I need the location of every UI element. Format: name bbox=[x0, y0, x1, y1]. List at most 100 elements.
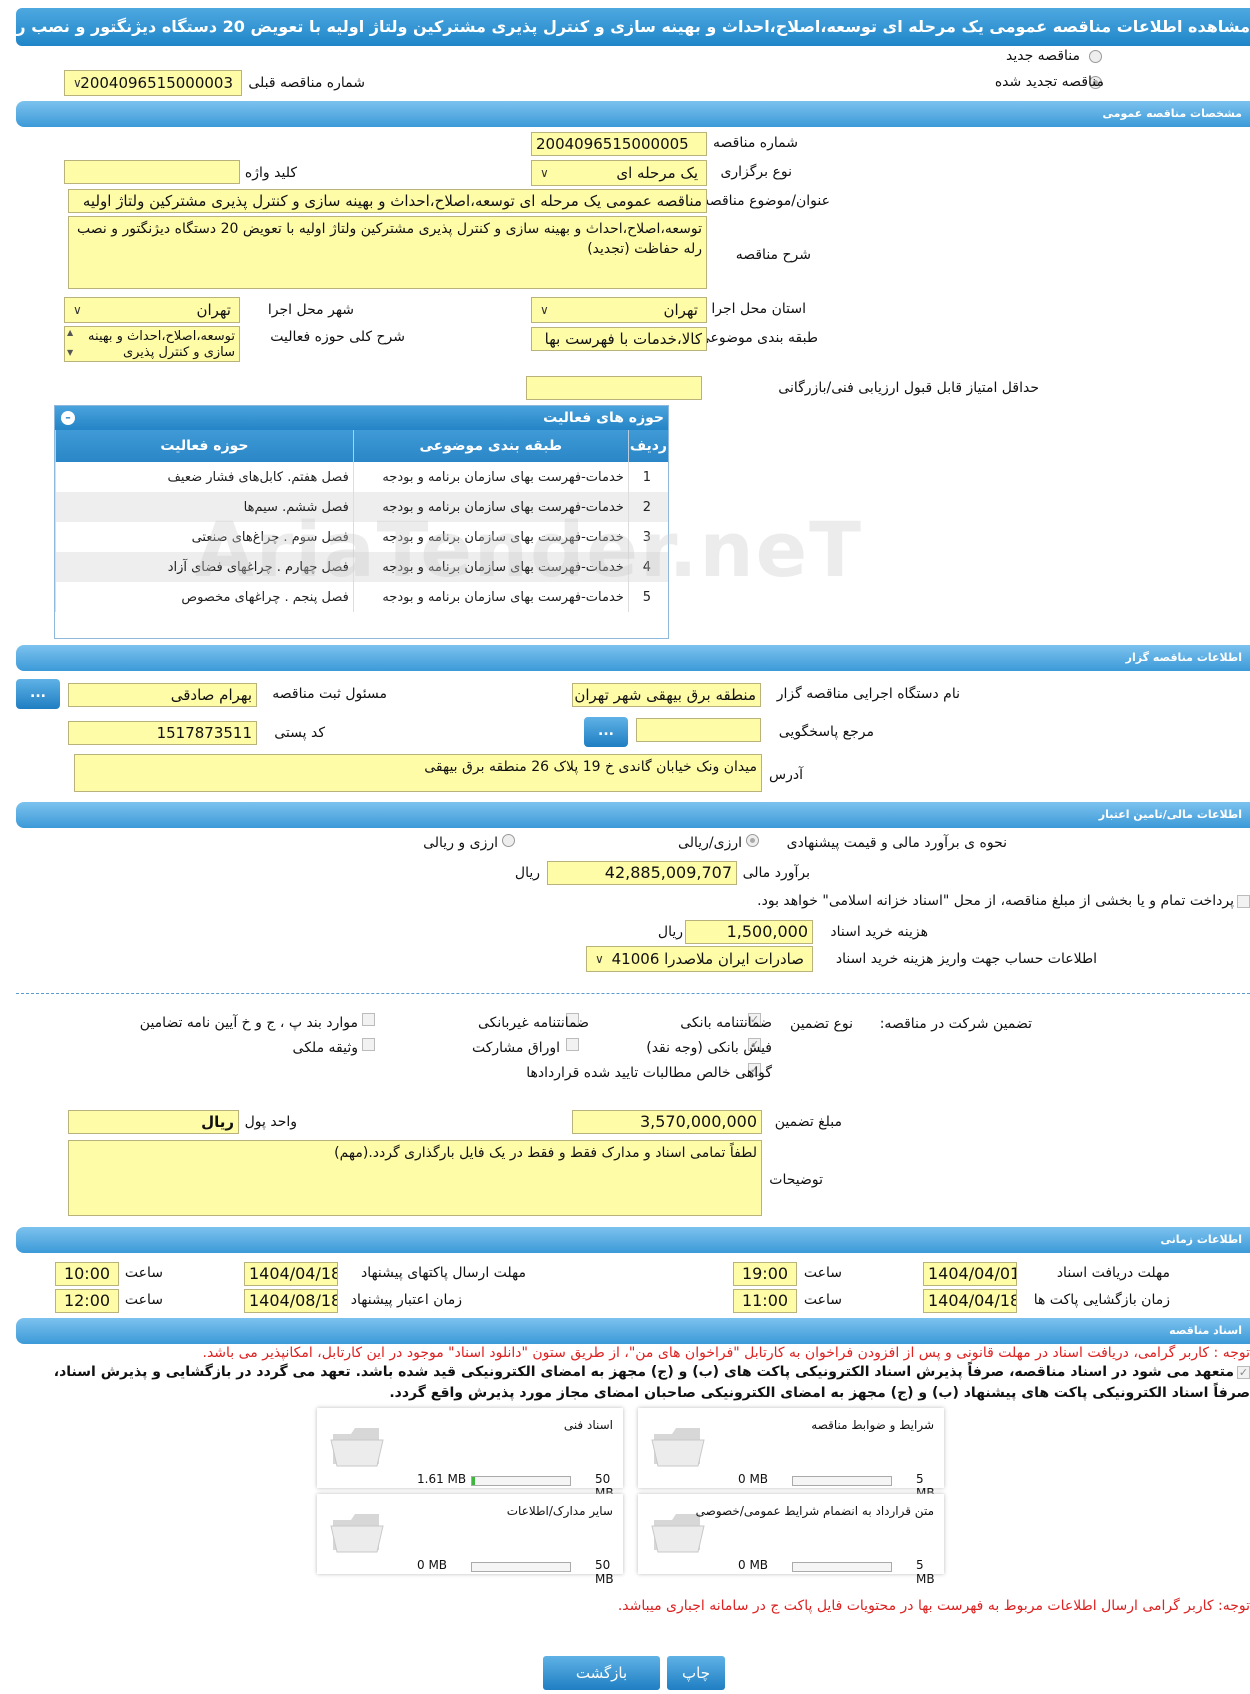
prev-number-select[interactable]: 2004096515000003 ∨ bbox=[64, 70, 242, 96]
scope-field[interactable]: توسعه،اصلاح،احداث و بهینه سازی و کنترل پ… bbox=[64, 326, 240, 362]
reference-lookup-button[interactable]: ... bbox=[584, 717, 628, 747]
collapse-icon[interactable]: – bbox=[61, 411, 75, 425]
send-deadline-label: مهلت ارسال پاکتهای پیشنهاد bbox=[360, 1265, 526, 1281]
print-button[interactable]: چاپ bbox=[667, 1656, 725, 1690]
section-finance: اطلاعات مالی/تامین اعتبار bbox=[16, 802, 1250, 828]
method-option-2: ارزی و ریالی bbox=[423, 835, 498, 851]
guarantee-type-label: نوع تضمین bbox=[790, 1016, 853, 1032]
option-regulation-items-checkbox[interactable] bbox=[362, 1013, 375, 1026]
doc-fee-field[interactable]: 1,500,000 bbox=[685, 920, 813, 944]
new-tender-label: مناقصه جدید bbox=[1005, 48, 1080, 64]
notes-field[interactable]: لطفاً تمامی اسناد و مدارک فقط و فقط در ی… bbox=[68, 1140, 762, 1216]
guarantee-amount-label: مبلغ تضمین bbox=[774, 1114, 842, 1130]
city-label: شهر محل اجرا bbox=[267, 302, 354, 318]
account-select[interactable]: صادرات ایران ملاصدرا 41006 ∨ bbox=[586, 946, 813, 972]
option-property-checkbox[interactable] bbox=[362, 1038, 375, 1051]
description-label: شرح مناقصه bbox=[735, 247, 811, 263]
doc-card-name: شرایط و ضوابط مناقصه bbox=[811, 1418, 934, 1432]
doc-card-technical[interactable]: اسناد فنی 1.61 MB 50 MB bbox=[317, 1408, 623, 1500]
address-field[interactable]: میدان ونک خیابان گاندی خ 19 پلاک 26 منطق… bbox=[74, 754, 762, 792]
type-select[interactable]: یک مرحله ای ∨ bbox=[531, 160, 707, 186]
new-tender-radio[interactable] bbox=[1089, 50, 1102, 63]
treasury-checkbox[interactable] bbox=[1237, 895, 1250, 908]
validity-time-label: ساعت bbox=[124, 1292, 163, 1308]
validity-time-field[interactable]: 12:00 bbox=[55, 1289, 119, 1313]
doc-card-contract[interactable]: متن قرارداد به انضمام شرایط عمومی/خصوصی … bbox=[638, 1494, 944, 1586]
postal-field[interactable]: 1517873511 bbox=[68, 721, 257, 745]
description-field[interactable]: توسعه،اصلاح،احداث و بهینه سازی و کنترل پ… bbox=[68, 216, 707, 289]
commitment-line-2: صرفاً اسناد الکترونیکی پاکت های پیشنهاد … bbox=[389, 1385, 1250, 1401]
folder-icon bbox=[330, 1428, 384, 1467]
option-bonds-checkbox[interactable] bbox=[566, 1038, 579, 1051]
scroll-arrows-icon[interactable]: ▲ ▼ bbox=[67, 328, 73, 358]
folder-icon bbox=[330, 1514, 384, 1553]
owner-lookup-button[interactable]: ... bbox=[16, 679, 60, 709]
section-organizer: اطلاعات مناقصه گزار bbox=[16, 645, 1250, 671]
account-label: اطلاعات حساب جهت واریز هزینه خرید اسناد bbox=[835, 951, 1097, 967]
doc-usage-bar bbox=[792, 1476, 892, 1486]
send-time-label: ساعت bbox=[124, 1265, 163, 1281]
doc-card-name: سایر مدارک/اطلاعات bbox=[506, 1504, 613, 1518]
subject-label: عنوان/موضوع مناقصه bbox=[702, 193, 830, 209]
doc-card-terms[interactable]: شرایط و ضوابط مناقصه 0 MB 5 MB bbox=[638, 1408, 944, 1500]
option-bank-receipt: فیش بانکی (وجه نقد) bbox=[646, 1040, 772, 1056]
chevron-down-icon: ∨ bbox=[73, 303, 82, 317]
method-radio-currency-and-rial[interactable] bbox=[502, 834, 515, 847]
activities-header: حوزه های فعالیت – bbox=[55, 406, 668, 430]
category-field[interactable]: کالا،خدمات با فهرست بها bbox=[531, 327, 707, 351]
doc-usage-bar bbox=[471, 1476, 571, 1486]
owner-field[interactable]: بهرام صادقی bbox=[68, 683, 257, 707]
postal-label: کد پستی bbox=[274, 725, 325, 741]
send-date-field[interactable]: 1404/04/18 bbox=[244, 1262, 338, 1286]
province-select[interactable]: تهران ∨ bbox=[531, 297, 707, 323]
estimate-field[interactable]: 42,885,009,707 bbox=[547, 861, 737, 885]
org-field[interactable]: منطقه برق بیهقی شهر تهران bbox=[572, 683, 761, 707]
chevron-down-icon: ∨ bbox=[540, 303, 549, 317]
type-label: نوع برگزاری bbox=[720, 164, 792, 180]
option-property: وثیقه ملکی bbox=[292, 1040, 358, 1056]
doc-card-other[interactable]: سایر مدارک/اطلاعات 0 MB 50 MB bbox=[317, 1494, 623, 1586]
opening-time-label: زمان بازگشایی پاکت ها bbox=[1033, 1292, 1170, 1308]
page-title: مشاهده اطلاعات مناقصه عمومی یک مرحله ای … bbox=[16, 8, 1250, 46]
subject-field[interactable]: مناقصه عمومی یک مرحله ای توسعه،اصلاح،احد… bbox=[68, 189, 707, 213]
guarantee-amount-field[interactable]: 3,570,000,000 bbox=[572, 1110, 762, 1134]
table-row[interactable]: 1 خدمات-فهرست بهای سازمان برنامه و بودجه ف… bbox=[55, 462, 668, 492]
commitment-checkbox[interactable]: ✓ bbox=[1237, 1366, 1250, 1379]
min-score-field[interactable] bbox=[526, 376, 702, 400]
commitment-line-1: متعهد می شود در اسناد مناقصه، صرفاً پذیر… bbox=[53, 1364, 1234, 1380]
doc-fee-unit: ریال bbox=[657, 924, 683, 940]
chevron-down-icon: ∨ bbox=[540, 166, 549, 180]
validity-date-field[interactable]: 1404/08/18 bbox=[244, 1289, 338, 1313]
estimate-label: برآورد مالی bbox=[742, 865, 810, 881]
estimate-method-label: نحوه ی برآورد مالی و قیمت پیشنهادی bbox=[786, 835, 1007, 851]
address-label: آدرس bbox=[769, 767, 803, 783]
treasury-text: پرداخت تمام و یا بخشی از مبلغ مناقصه، از… bbox=[757, 893, 1234, 909]
keyword-label: کلید واژه bbox=[244, 165, 297, 181]
prev-number-label: شماره مناقصه قبلی bbox=[248, 75, 365, 91]
opening-hour-field[interactable]: 11:00 bbox=[733, 1289, 797, 1313]
keyword-field[interactable] bbox=[64, 160, 240, 184]
city-select[interactable]: تهران ∨ bbox=[64, 297, 240, 323]
section-docs: اسناد مناقصه bbox=[16, 1318, 1250, 1344]
currency-field[interactable]: ریال bbox=[68, 1110, 239, 1134]
receive-date-field[interactable]: 1404/04/01 bbox=[923, 1262, 1017, 1286]
doc-max-size: 50 MB bbox=[595, 1558, 614, 1586]
chevron-down-icon: ∨ bbox=[595, 952, 604, 966]
row-number: 1 bbox=[627, 462, 668, 492]
back-button[interactable]: بازگشت bbox=[543, 1656, 660, 1690]
opening-date-field[interactable]: 1404/04/18 bbox=[923, 1289, 1017, 1313]
divider bbox=[16, 993, 1250, 994]
reference-field[interactable] bbox=[636, 718, 761, 742]
doc-used-size: 0 MB bbox=[417, 1558, 448, 1572]
folder-icon bbox=[651, 1428, 705, 1467]
option-claims-certificate: گواهی خالص مطالبات تایید شده قراردادها bbox=[526, 1065, 772, 1081]
doc-used-size: 1.61 MB bbox=[417, 1472, 467, 1486]
column-header: طبقه بندی موضوعی bbox=[352, 430, 629, 462]
column-header: حوزه فعالیت bbox=[55, 430, 354, 462]
send-time-field[interactable]: 10:00 bbox=[55, 1262, 119, 1286]
tender-number-field[interactable]: 2004096515000005 bbox=[531, 132, 707, 156]
receive-time-field[interactable]: 19:00 bbox=[733, 1262, 797, 1286]
method-radio-currency-rial[interactable] bbox=[746, 834, 759, 847]
doc-usage-bar bbox=[792, 1562, 892, 1572]
currency-label: واحد پول bbox=[244, 1114, 297, 1130]
